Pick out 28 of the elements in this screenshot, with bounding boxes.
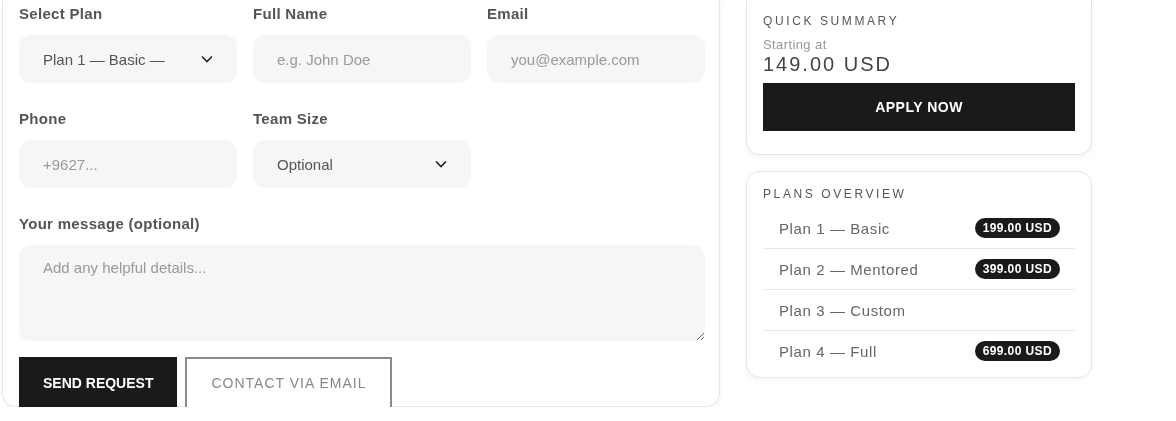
message-field[interactable]: Add any helpful details... bbox=[19, 245, 705, 341]
apply-now-button[interactable]: APPLY NOW bbox=[763, 83, 1075, 131]
chevron-down-icon bbox=[435, 160, 447, 168]
contact-email-button[interactable]: CONTACT VIA EMAIL bbox=[185, 357, 393, 407]
field-label: Your message (optional) bbox=[19, 215, 201, 234]
field-label: Full Name bbox=[253, 5, 329, 24]
select-field[interactable]: Plan 1 — Basic — bbox=[19, 35, 237, 83]
plan-name: Plan 4 — Full bbox=[779, 342, 877, 360]
card-title: QUICK SUMMARY bbox=[763, 14, 901, 28]
chevron-down-icon bbox=[201, 55, 213, 63]
price-badge: 399.00 USD bbox=[974, 259, 1060, 279]
input-field[interactable]: +9627... bbox=[19, 140, 237, 188]
input-field[interactable]: you@example.com bbox=[487, 35, 705, 83]
select-field[interactable]: Optional bbox=[253, 140, 471, 188]
field-label: Email bbox=[487, 5, 530, 24]
send-request-button[interactable]: SEND REQUEST bbox=[19, 357, 178, 407]
field-label: Select Plan bbox=[19, 5, 104, 24]
input-field[interactable]: e.g. John Doe bbox=[253, 35, 471, 83]
price-text: 149.00 USD bbox=[763, 53, 893, 76]
price-caption: Starting at bbox=[763, 37, 828, 52]
price-badge: 699.00 USD bbox=[974, 341, 1060, 361]
card-title: PLANS OVERVIEW bbox=[763, 187, 908, 201]
plan-name: Plan 3 — Custom bbox=[779, 301, 906, 319]
field-label: Phone bbox=[19, 110, 68, 129]
price-badge: 199.00 USD bbox=[974, 218, 1060, 238]
plan-name: Plan 1 — Basic bbox=[779, 219, 890, 237]
field-label: Team Size bbox=[253, 110, 329, 129]
plan-name: Plan 2 — Mentored bbox=[779, 260, 919, 278]
